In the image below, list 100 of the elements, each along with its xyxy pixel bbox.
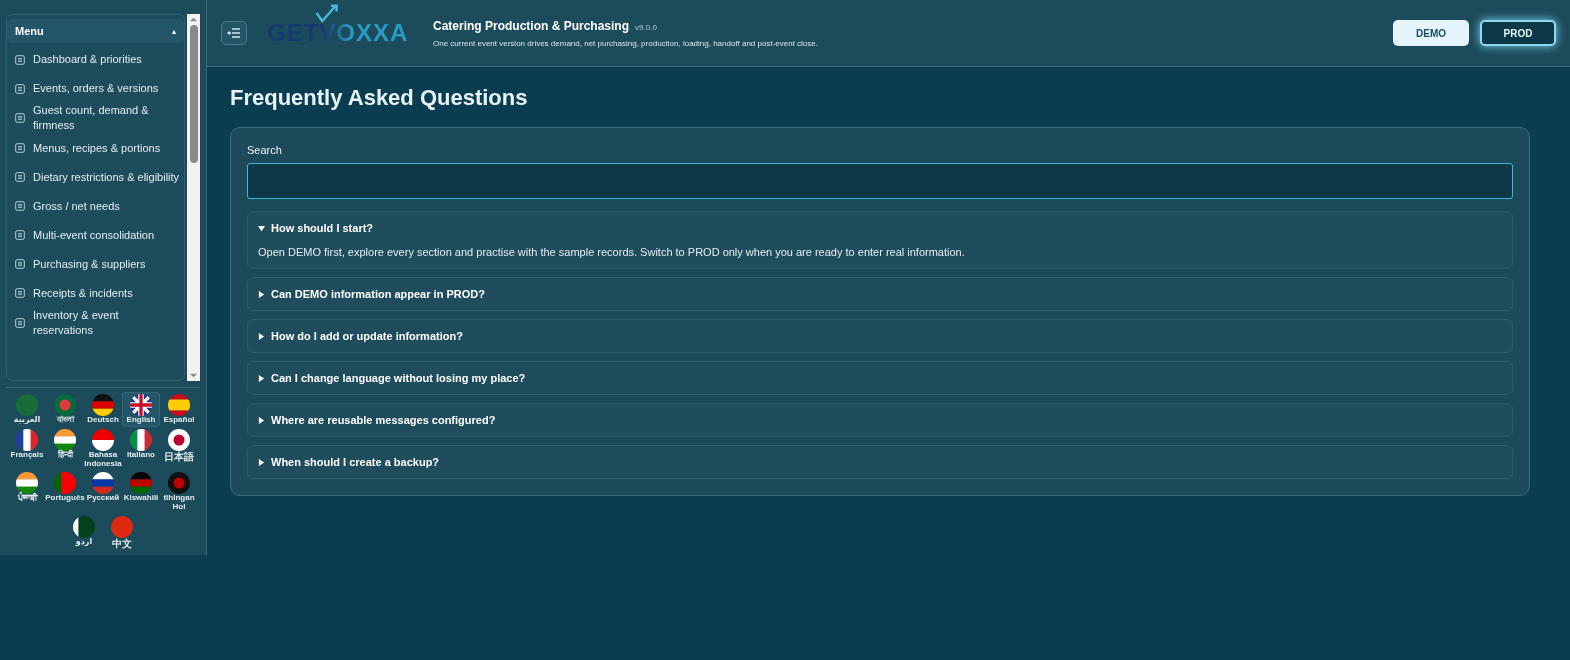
menu-item[interactable]: Gross / net needs: [15, 191, 180, 221]
faq-question[interactable]: Can DEMO information appear in PROD?: [258, 288, 1502, 300]
language-option[interactable]: Português: [46, 470, 84, 514]
language-label: हिन्दी: [57, 450, 73, 460]
faq-question[interactable]: When should I create a backup?: [258, 456, 1502, 468]
page-title: Frequently Asked Questions: [230, 85, 529, 111]
expanded-icon: [258, 224, 265, 232]
faq-question[interactable]: Where are reusable messages configured?: [258, 414, 1502, 426]
search-label: Search: [247, 144, 283, 156]
language-label: Русский: [86, 494, 120, 504]
language-option[interactable]: हिन्दी: [46, 426, 84, 471]
language-option[interactable]: Deutsch: [84, 392, 122, 427]
document-icon: [15, 143, 25, 154]
faq-question[interactable]: How do I add or update information?: [258, 330, 1502, 342]
menu-item[interactable]: Dietary restrictions & eligibility: [15, 162, 180, 192]
scrollbar-thumb[interactable]: [189, 25, 198, 163]
language-option[interactable]: Kiswahili: [122, 470, 160, 514]
menu-item[interactable]: Dashboard & priorities: [15, 45, 180, 74]
menu-item[interactable]: Multi-event consolidation: [15, 220, 180, 250]
menu-title: Menu: [15, 25, 44, 37]
scroll-down-icon[interactable]: [189, 372, 198, 379]
flag-icon: [54, 472, 76, 495]
faq-question[interactable]: How should I start?: [258, 222, 1502, 234]
language-label: tlhIngan Hol: [162, 494, 196, 512]
document-icon: [15, 288, 25, 299]
language-label: العربية: [13, 416, 41, 425]
faq-answer: Open DEMO first, explore every section and practise with the sample records. Switch to PROD only when you are ready to enter real information.: [258, 246, 966, 258]
arrow-icon: [315, 3, 339, 23]
language-option[interactable]: Русский: [84, 470, 122, 514]
language-option[interactable]: tlhIngan Hol: [160, 470, 198, 514]
language-option[interactable]: ਪੰਜਾਬੀ: [8, 470, 46, 514]
faq-question[interactable]: Can I change language without losing my place?: [258, 372, 1502, 384]
language-option[interactable]: Italiano: [122, 426, 160, 471]
flag-icon: [168, 394, 190, 416]
scroll-up-icon[interactable]: [189, 16, 198, 23]
language-option[interactable]: 中文: [103, 514, 141, 551]
collapsed-icon: [258, 374, 265, 382]
document-icon: [15, 83, 25, 94]
language-label: اردو: [75, 538, 93, 547]
menu-item[interactable]: Purchasing & suppliers: [15, 249, 180, 279]
menu-item[interactable]: Events, orders & versions: [15, 74, 180, 103]
flag-icon: [16, 394, 38, 416]
flag-icon: [130, 394, 152, 416]
flag-icon: [168, 428, 190, 451]
menu-header[interactable]: Menu ▴: [7, 19, 184, 43]
language-label: Italiano: [127, 450, 155, 460]
collapsed-icon: [258, 416, 265, 424]
document-icon: [15, 201, 25, 212]
collapsed-icon: [258, 290, 265, 298]
language-label: ਪੰਜਾਬੀ: [17, 494, 37, 504]
flag-icon: [168, 472, 190, 495]
search-field[interactable]: [247, 163, 1513, 199]
language-option[interactable]: اردو: [65, 514, 103, 551]
menu-item[interactable]: Receipts & incidents: [15, 278, 180, 308]
flag-icon: [92, 472, 114, 495]
flag-icon: [111, 516, 133, 538]
language-label: Kiswahili: [123, 494, 159, 504]
language-label: Français: [10, 450, 44, 460]
language-option[interactable]: English: [122, 392, 160, 427]
document-icon: [15, 230, 25, 241]
language-label: Português: [45, 494, 85, 504]
language-option[interactable]: Bahasa Indonesia: [84, 426, 122, 471]
language-option[interactable]: বাংলা: [46, 392, 84, 427]
collapse-icon[interactable]: ▴: [172, 26, 176, 36]
language-label: বাংলা: [56, 416, 74, 425]
document-icon: [15, 259, 25, 270]
menu-item[interactable]: Menus, recipes & portions: [15, 133, 180, 163]
flag-icon: [73, 516, 95, 538]
document-icon: [15, 172, 25, 183]
language-option[interactable]: العربية: [8, 392, 46, 427]
flag-icon: [54, 428, 76, 451]
document-icon: [15, 54, 25, 65]
flag-icon: [92, 394, 114, 416]
language-option[interactable]: 日本語: [160, 426, 198, 471]
language-label: 中文: [112, 538, 132, 549]
menu-item[interactable]: Guest count, demand & firmness: [15, 103, 180, 134]
flag-icon: [92, 428, 114, 451]
language-label: Español: [163, 416, 195, 425]
menu-item[interactable]: Inventory & event reservations: [15, 307, 180, 339]
collapsed-icon: [258, 332, 265, 340]
language-option[interactable]: Français: [8, 426, 46, 471]
language-label: Deutsch: [87, 416, 119, 425]
mode-button[interactable]: DEMO: [1393, 20, 1469, 46]
flag-icon: [130, 472, 152, 495]
language-option[interactable]: Español: [160, 392, 198, 427]
language-label: 日本語: [164, 450, 194, 462]
collapsed-icon: [258, 458, 265, 466]
mode-button[interactable]: PROD: [1480, 20, 1556, 46]
flag-icon: [54, 394, 76, 416]
app-subtitle: One current event version drives demand, net purchasing, production, loading, handoff and post-event close.: [433, 38, 818, 48]
flag-icon: [130, 428, 152, 451]
flag-icon: [16, 428, 38, 451]
language-label: English: [126, 416, 156, 425]
sidebar-toggle-button[interactable]: [221, 21, 247, 45]
app-title: Catering Production & Purchasing: [433, 18, 630, 33]
document-icon: [15, 113, 25, 124]
menu-collapse-icon: [227, 28, 241, 38]
scrollbar-track[interactable]: [187, 14, 200, 381]
document-icon: [15, 318, 25, 329]
version-label: v9.0.0: [635, 22, 657, 32]
